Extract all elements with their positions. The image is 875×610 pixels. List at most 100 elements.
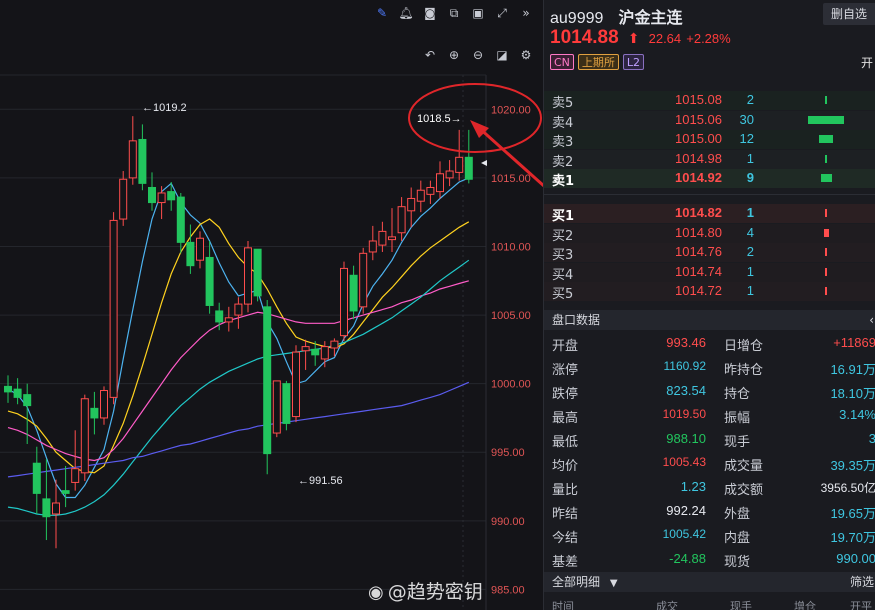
stat-value: 3.14% (839, 407, 875, 422)
trades-title: 全部明细 (552, 575, 601, 589)
candle-body (119, 178, 128, 220)
instrument-tags: CN 上期所 L2 (550, 54, 645, 70)
ask-row-3[interactable]: 卖3 1015.00 12 (544, 130, 875, 150)
col-time: 时间 (552, 600, 574, 610)
candle-body (368, 240, 377, 253)
stat-value: 1160.92 (663, 359, 707, 373)
candle-body (272, 380, 281, 434)
book-level-label: 卖4 (552, 115, 574, 131)
bid-row-3[interactable]: 买3 1014.76 2 (544, 243, 875, 263)
candle-body (301, 346, 310, 352)
up-arrow-icon: ⬆ (627, 31, 640, 47)
chart-toolbar: ✎ 🔔︎ ◙ ⧉ ▣ ⤢ » (373, 4, 535, 22)
zoom-out-icon[interactable]: ⊖ (469, 46, 487, 64)
candle-body (436, 173, 444, 193)
layout-icon[interactable]: ◪ (493, 46, 511, 64)
stat-value: -24.88 (669, 551, 706, 566)
fullscreen-icon[interactable]: ⤢ (493, 4, 511, 22)
market-data-row: 最高 1019.50 振幅 3.14% (544, 403, 875, 427)
depth-bar (819, 135, 833, 143)
depth-bar (825, 287, 827, 295)
tag-l2: L2 (622, 54, 645, 70)
ask-row-5[interactable]: 卖5 1015.08 2 (544, 91, 875, 111)
candle-body (407, 197, 416, 212)
market-data-title: 盘口数据 (552, 313, 601, 327)
book-volume: 2 (746, 92, 754, 107)
market-data-row: 昨结 992.24 外盘 19.65万 (544, 499, 875, 523)
candle-body (464, 156, 473, 180)
chevron-down-icon[interactable]: ▼ (610, 578, 618, 589)
stat-value: 1.23 (680, 479, 706, 494)
remove-watchlist-button[interactable]: 删自选 (822, 3, 875, 25)
candle-body (378, 230, 387, 246)
filter-button[interactable]: 筛选 (850, 572, 874, 592)
bid-row-2[interactable]: 买2 1014.80 4 (544, 223, 875, 244)
chevron-left-icon[interactable]: ‹ (869, 310, 874, 330)
bid-row-1[interactable]: 买1 1014.82 1 (544, 204, 875, 224)
candle-body (109, 219, 118, 398)
y-tick-label: 985.00 (491, 584, 525, 596)
book-level-label: 买4 (552, 267, 574, 283)
bell-icon[interactable]: 🔔︎ (397, 4, 415, 22)
bid-row-4[interactable]: 买4 1014.74 1 (544, 262, 875, 283)
market-data-row: 跌停 823.54 持仓 18.10万 (544, 379, 875, 403)
trades-columns: 时间 成交 现手 增仓 开平 (544, 598, 875, 610)
ask-row-4[interactable]: 卖4 1015.06 30 (544, 110, 875, 131)
undo-icon[interactable]: ↶ (421, 46, 439, 64)
chart-pane[interactable]: 1020.00 1015.00 1010.00 1005.00 1000.00 995.0… (0, 0, 543, 610)
book-price: 1014.80 (675, 224, 722, 240)
candle-body (282, 383, 291, 424)
stat-value: 1019.50 (662, 407, 706, 421)
camera-icon[interactable]: ◙ (421, 4, 439, 22)
candle-body (80, 398, 89, 474)
ask-row-1[interactable]: 卖1 1014.92 9 (544, 169, 875, 189)
zoom-in-icon[interactable]: ⊕ (445, 46, 463, 64)
market-data-header[interactable]: 盘口数据 ‹ (544, 310, 875, 330)
book-divider (544, 194, 875, 202)
book-volume: 1 (746, 150, 754, 166)
candle-body (263, 306, 272, 455)
book-volume: 12 (739, 131, 754, 146)
stat-value: 3956.50亿 (820, 481, 875, 495)
candle-body (90, 407, 99, 419)
stat-label: 基差 (552, 555, 579, 570)
stat-label: 开盘 (552, 339, 579, 354)
instrument-header: au9999 沪金主连 (550, 4, 683, 28)
pencil-icon[interactable]: ✎ (373, 4, 391, 22)
last-price: 1014.88 (550, 27, 619, 48)
y-tick-label: 1010.00 (491, 241, 531, 253)
candle-body (138, 138, 147, 184)
trades-header[interactable]: 全部明细 ▼ 筛选 (544, 572, 875, 592)
candle-body (157, 192, 166, 204)
candle-body (388, 236, 396, 241)
book-price: 1014.82 (675, 205, 722, 220)
stat-value: 993.46 (666, 335, 706, 350)
candlestick-chart[interactable]: 1020.00 1015.00 1010.00 1005.00 1000.00 995.0… (0, 0, 543, 610)
book-volume: 1 (746, 283, 754, 298)
stat-label: 昨结 (552, 507, 579, 522)
candle-body (167, 191, 176, 201)
copy-icon[interactable]: ⧉ (445, 4, 463, 22)
collapse-right-icon[interactable]: » (517, 4, 535, 22)
y-tick-label: 990.00 (491, 516, 525, 528)
candle-body (215, 310, 224, 323)
col-volume: 现手 (730, 600, 752, 610)
depth-bar (808, 115, 844, 124)
candle-body (13, 388, 22, 398)
book-level-label: 卖5 (552, 96, 574, 111)
bid-row-5[interactable]: 买5 1014.72 1 (544, 282, 875, 302)
candle-body (234, 303, 243, 316)
quote-pane: au9999 沪金主连 删自选 1014.88 ⬆ 22.64 +2.28% C… (543, 0, 875, 610)
settings-icon[interactable]: ⚙ (517, 46, 535, 64)
depth-bar (825, 154, 827, 163)
market-data-row: 均价 1005.43 成交量 39.35万 (544, 451, 875, 475)
candle-body (32, 462, 41, 494)
book-price: 1015.00 (675, 131, 722, 146)
candle-body (445, 170, 454, 179)
stat-label: 振幅 (724, 411, 751, 426)
ask-row-2[interactable]: 卖2 1014.98 1 (544, 149, 875, 170)
stat-value: 39.35万 (830, 458, 875, 473)
monitor-icon[interactable]: ▣ (469, 4, 487, 22)
col-price: 成交 (656, 600, 678, 610)
candle-body (426, 186, 435, 195)
